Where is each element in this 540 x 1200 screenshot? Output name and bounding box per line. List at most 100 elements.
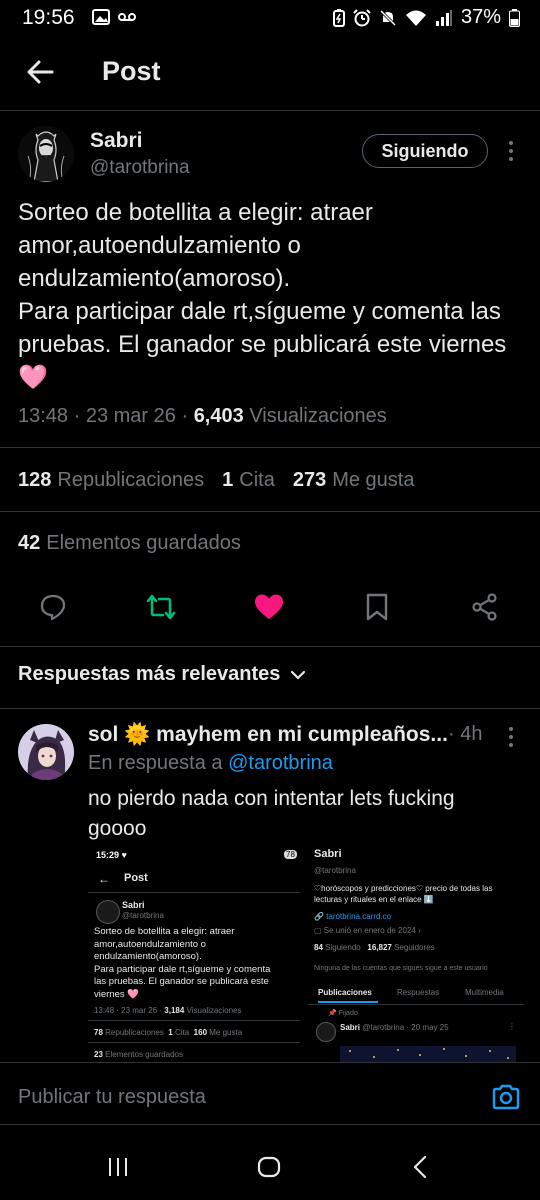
status-right: 37%: [332, 6, 520, 29]
embed-right-handle: @tarotbrina: [314, 866, 356, 875]
views-label: Visualizaciones: [249, 405, 387, 427]
embed-right-divider: [308, 1004, 524, 1005]
gallery-icon: [92, 9, 110, 25]
embed-right-bio-2: lecturas y rituales en el enlace ⬇️: [314, 895, 434, 904]
embed-right-following-label: Siguiendo: [325, 943, 361, 952]
wifi-icon: [405, 10, 426, 26]
actions-divider: [0, 646, 540, 647]
post-time: 13:48: [18, 405, 69, 427]
embed-left-divider-3: [88, 1042, 300, 1043]
quotes-count: 1: [222, 469, 234, 491]
saved-count: 42: [18, 532, 41, 554]
embed-right-tab-indicator: [318, 1001, 378, 1003]
share-button[interactable]: [468, 590, 502, 624]
embed-right-media: [340, 1046, 516, 1062]
embed-left-likes-label: Me gusta: [209, 1028, 243, 1037]
author-avatar[interactable]: [18, 126, 74, 182]
back-arrow-icon[interactable]: [26, 58, 54, 86]
author-avatar-image: [18, 126, 74, 182]
embed-left-meta-prefix: 13:48 · 23 mar 26 ·: [94, 1006, 163, 1015]
embed-left-divider-2: [88, 1020, 300, 1021]
embed-left-time: 15:29 ♥: [96, 850, 127, 860]
repost-button[interactable]: [144, 590, 178, 624]
back-nav-icon[interactable]: [412, 1155, 428, 1179]
more-icon[interactable]: [505, 140, 517, 162]
mute-icon: [379, 9, 397, 26]
likes-count: 273: [292, 469, 327, 491]
reply-button[interactable]: [36, 590, 70, 624]
embed-right-pinned-author: Sabri: [340, 1023, 361, 1032]
embed-right-link-text: tarotbrina.carrd.co: [326, 912, 392, 921]
reply-author-name[interactable]: sol 🌞 mayhem en mi cumpleaños...: [88, 723, 448, 747]
alarm-icon: [353, 8, 371, 26]
stats-divider: [0, 511, 540, 512]
reply-more-icon[interactable]: [505, 726, 517, 748]
embed-left-reposts-label: Republicaciones: [105, 1028, 164, 1037]
embed-left-views-count: 3,184: [164, 1006, 185, 1015]
saved-stat[interactable]: 42 Elementos guardados: [18, 532, 241, 555]
embed-left-quotes-label: Cita: [174, 1028, 190, 1037]
reply-avatar[interactable]: [18, 724, 74, 780]
saved-label: Elementos guardados: [46, 532, 241, 554]
in-reply-handle[interactable]: @tarotbrina: [228, 752, 333, 774]
embed-left-quotes-count: 1: [168, 1028, 173, 1037]
reposts-stat[interactable]: 128 Republicaciones: [18, 469, 204, 492]
embed-right-stars-image: [349, 1048, 509, 1059]
post-stats: 128 Republicaciones 1 Cita 273 Me gusta: [18, 469, 414, 492]
reply-media-image[interactable]: 15:29 ♥ 78 ← Post Sabri @tarotbrina Sort…: [88, 842, 524, 1062]
embed-left-saved-label: Elementos guardados: [105, 1050, 183, 1059]
reply-icon: [40, 594, 66, 621]
quotes-label: Cita: [239, 469, 275, 491]
embed-right-tab-1: Respuestas: [397, 988, 440, 997]
author-name[interactable]: Sabri: [90, 129, 143, 153]
embed-right-tab-2: Multimedia: [465, 988, 504, 997]
embed-right-pinned-meta-text: @tarotbrina · 20 may 25: [362, 1023, 449, 1032]
like-button[interactable]: [252, 590, 286, 624]
home-icon[interactable]: [257, 1156, 281, 1178]
reply-text: no pierdo nada con intentar lets fucking…: [88, 787, 455, 840]
in-reply-to: En respuesta a @tarotbrina: [88, 752, 333, 775]
embed-left-avatar: [96, 900, 120, 924]
embed-left-back-icon: ←: [98, 872, 110, 886]
meta-divider: [0, 447, 540, 448]
share-icon: [472, 593, 497, 621]
embed-right-followers-label: Seguidores: [394, 943, 435, 952]
embed-left-author: Sabri: [122, 900, 145, 910]
embed-right-joined: ▢ Se unió en enero de 2024 ›: [314, 926, 421, 935]
navbar-divider: [0, 1124, 540, 1125]
status-bar: 19:56 37%: [0, 0, 540, 36]
following-button[interactable]: Siguiendo: [362, 134, 488, 168]
embed-left-divider: [88, 892, 300, 893]
recents-icon[interactable]: [107, 1156, 129, 1178]
embed-left-likes-count: 160: [193, 1028, 208, 1037]
embed-left-meta: 13:48 · 23 mar 26 · 3,184 Visualizacione…: [94, 1006, 242, 1015]
likes-label: Me gusta: [332, 469, 415, 491]
embed-left-battery: 78: [284, 850, 297, 859]
reposts-label: Republicaciones: [57, 469, 205, 491]
embed-left-text: Sorteo de botellita a elegir: atraer amo…: [94, 926, 270, 1001]
post-date: 23 mar 26: [85, 405, 176, 427]
embed-right-more-icon: ⋮: [508, 1022, 516, 1031]
quotes-stat[interactable]: 1 Cita: [222, 469, 275, 492]
embed-right-avatar: [316, 1022, 336, 1042]
embed-right-no-common: Ninguna de las cuentas que sigues sigue …: [314, 965, 488, 972]
likes-stat[interactable]: 273 Me gusta: [293, 469, 415, 492]
reply-input[interactable]: Publicar tu respuesta: [18, 1086, 206, 1109]
author-handle[interactable]: @tarotbrina: [90, 157, 190, 179]
post-meta: 13:48 · 23 mar 26 · 6,403 Visualizacione…: [18, 405, 387, 427]
views-count: 6,403: [193, 405, 244, 427]
embed-left-title: Post: [124, 872, 148, 884]
embed-right-pinned: 📌 Fijado: [328, 1010, 358, 1017]
embed-right-pinned-meta: Sabri @tarotbrina · 20 may 25: [340, 1023, 449, 1032]
embed-right-name: Sabri: [314, 848, 342, 860]
embed-left-stats: 78 Republicaciones 1 Cita 160 Me gusta: [94, 1028, 242, 1037]
status-left-icons: [92, 9, 136, 25]
embed-left-saved-count: 23: [94, 1050, 103, 1059]
in-reply-prefix: En respuesta a: [88, 752, 223, 774]
signal-icon: [435, 9, 452, 26]
embed-left-text-line: Para participar dale rt,sígueme y coment…: [94, 963, 271, 975]
camera-icon[interactable]: [491, 1083, 521, 1111]
replies-sort-dropdown[interactable]: Respuestas más relevantes: [18, 663, 306, 686]
system-nav-bar: [0, 1126, 540, 1200]
bookmark-button[interactable]: [360, 590, 394, 624]
